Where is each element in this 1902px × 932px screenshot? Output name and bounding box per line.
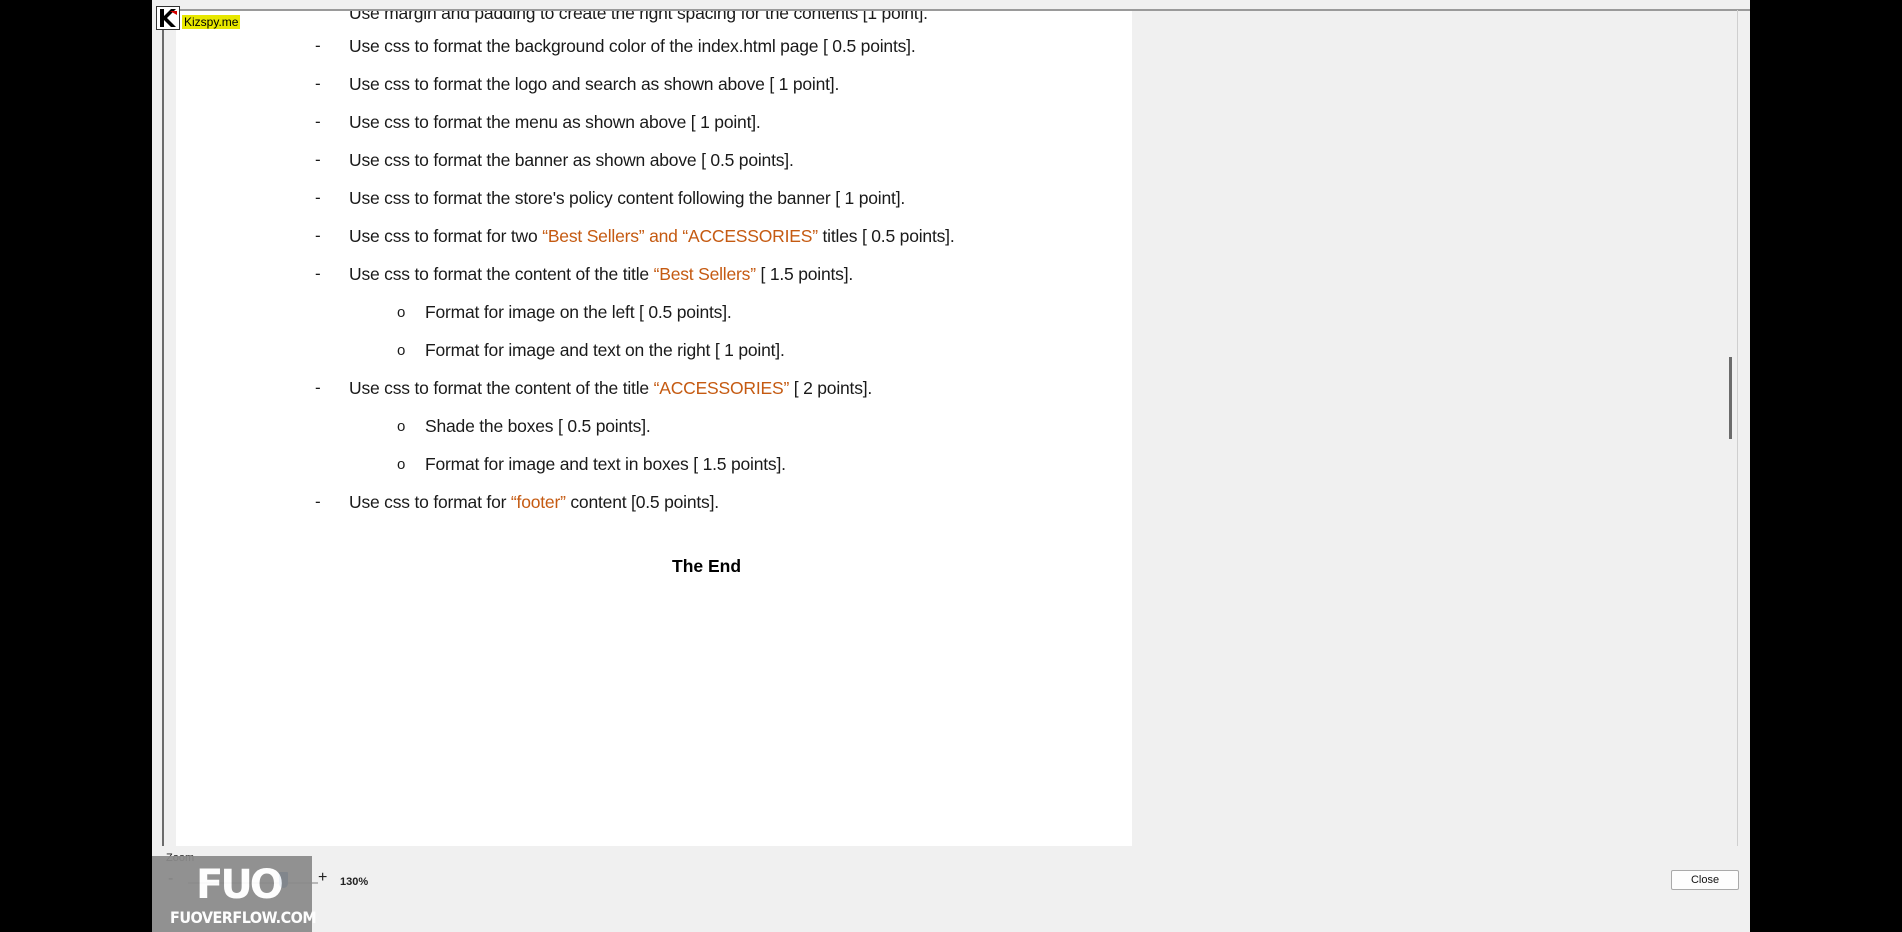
list-item-text: Use css to format the logo and search as… <box>349 74 840 94</box>
circle-bullet: o <box>397 342 406 359</box>
list-item-text: Use css to format the menu as shown abov… <box>349 112 761 132</box>
list-item: Use css to format the store's policy con… <box>349 188 905 209</box>
list-item-text: Use css to format the store's policy con… <box>349 188 906 208</box>
circle-bullet: o <box>397 456 406 473</box>
scrollbar-thumb[interactable] <box>1729 357 1732 439</box>
dash-bullet: - <box>315 112 321 131</box>
circle-bullet: o <box>397 304 406 321</box>
list-item-text: Format for image and text on the right [… <box>425 340 785 360</box>
list-item-text: Use css to format for <box>349 492 511 512</box>
sub-list-item: Format for image and text in boxes [ 1.5… <box>425 454 786 475</box>
zoom-value: 130% <box>340 876 369 888</box>
list-item: Use css to format the content of the tit… <box>349 264 853 285</box>
dash-bullet: - <box>315 226 321 245</box>
document-viewer: Use margin and padding to create the rig… <box>152 0 1750 932</box>
dash-bullet: - <box>315 150 321 169</box>
fuoverflow-watermark: FUO FUOVERFLOW.COM <box>152 856 317 932</box>
list-item-text: Shade the boxes [ 0.5 points]. <box>425 416 651 436</box>
kizspy-watermark: Kizspy.me <box>156 6 241 30</box>
list-item: Use css to format the background color o… <box>349 36 916 57</box>
fuo-logo: FUO <box>196 862 284 908</box>
list-item: Use css to format the logo and search as… <box>349 74 839 95</box>
fuo-site-label: FUOVERFLOW.COM <box>170 908 317 927</box>
list-item-text: Use css to format the background color o… <box>349 36 916 56</box>
kizspy-label: Kizspy.me <box>182 15 241 29</box>
list-item-text: Use css to format for two <box>349 226 543 246</box>
list-item-text: titles [ 0.5 points]. <box>817 226 955 246</box>
dash-bullet: - <box>315 188 321 207</box>
list-item-text: Format for image on the left [ 0.5 point… <box>425 302 732 322</box>
dash-bullet: - <box>315 264 321 283</box>
dash-bullet: - <box>315 74 321 93</box>
highlighted-title-text: “footer” <box>510 492 566 512</box>
list-item: Use css to format the banner as shown ab… <box>349 150 794 171</box>
sub-list-item: Shade the boxes [ 0.5 points]. <box>425 416 651 437</box>
list-item-text: Use css to format the content of the tit… <box>349 264 654 284</box>
close-button[interactable]: Close <box>1671 870 1739 890</box>
left-divider <box>162 10 164 848</box>
zoom-toolbar: Zoom - + 130% Close <box>152 846 1750 932</box>
dash-bullet: - <box>315 492 321 511</box>
the-end-heading: The End <box>672 556 742 576</box>
list-item: Use css to format the content of the tit… <box>349 378 872 399</box>
panel-edge <box>1737 10 1738 846</box>
circle-bullet: o <box>397 418 406 435</box>
dash-bullet: - <box>315 378 321 397</box>
sub-list-item: Format for image and text on the right [… <box>425 340 785 361</box>
list-item-text: Format for image and text in boxes [ 1.5… <box>425 454 786 474</box>
list-item-text: content [0.5 points]. <box>565 492 719 512</box>
cut-off-line: Use margin and padding to create the rig… <box>349 11 928 23</box>
highlighted-title-text: “Best Sellers” and “ACCESSORIES” <box>542 226 818 246</box>
highlighted-title-text: “Best Sellers” <box>653 264 756 284</box>
list-item-text: [ 1.5 points]. <box>755 264 854 284</box>
list-item: Use css to format for two “Best Sellers”… <box>349 226 955 247</box>
list-item-text: Use css to format the content of the tit… <box>349 378 654 398</box>
list-item: Use css to format for “footer” content [… <box>349 492 719 513</box>
list-item: Use css to format the menu as shown abov… <box>349 112 761 133</box>
sub-list-item: Format for image on the left [ 0.5 point… <box>425 302 732 323</box>
dash-bullet: - <box>315 36 321 55</box>
document-page: Use margin and padding to create the rig… <box>176 11 1132 846</box>
zoom-in-button[interactable]: + <box>318 869 327 887</box>
highlighted-title-text: “ACCESSORIES” <box>653 378 790 398</box>
list-item-text: [ 2 points]. <box>789 378 873 398</box>
list-item-text: Use css to format the banner as shown ab… <box>349 150 794 170</box>
kizspy-logo-icon <box>156 6 180 30</box>
